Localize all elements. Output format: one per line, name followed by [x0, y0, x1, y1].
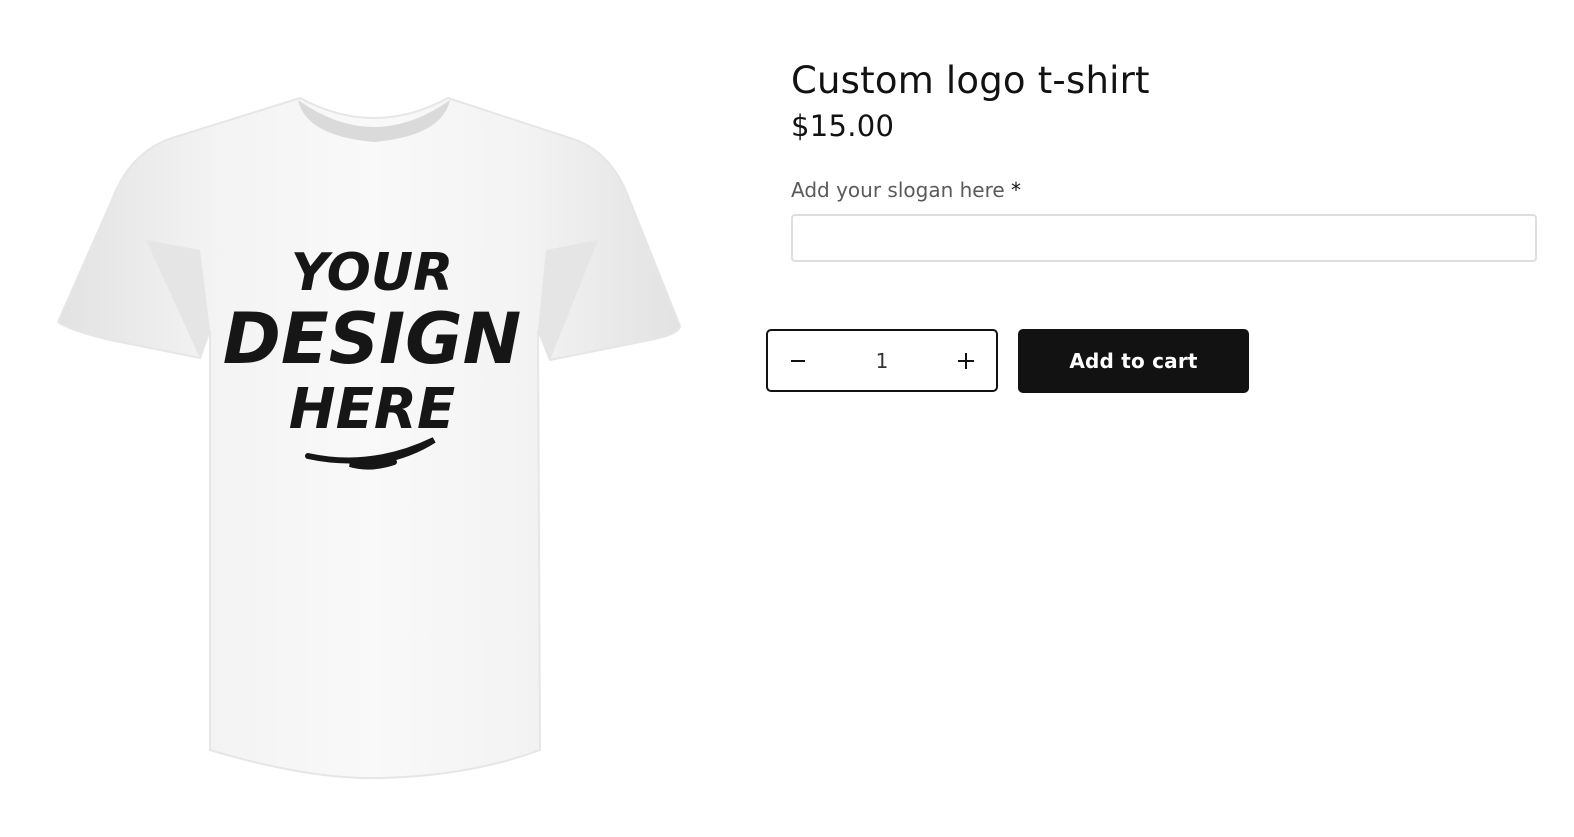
purchase-actions: Add to cart: [766, 328, 1249, 393]
product-info: Custom logo t-shirt $15.00 Add your slog…: [791, 58, 1537, 262]
plus-icon: [958, 352, 974, 369]
product-image[interactable]: YOUR DESIGN HERE: [50, 90, 690, 790]
design-line-1: YOUR: [291, 243, 453, 303]
slogan-label: Add your slogan here *: [791, 177, 1537, 203]
slogan-input[interactable]: [791, 214, 1537, 262]
tshirt-image: YOUR DESIGN HERE: [56, 96, 682, 780]
design-line-2: DESIGN: [223, 298, 521, 380]
product-price: $15.00: [791, 109, 895, 143]
required-marker: *: [1011, 178, 1022, 202]
quantity-increase-button[interactable]: [936, 331, 996, 390]
quantity-decrease-button[interactable]: [768, 331, 828, 390]
add-to-cart-button[interactable]: Add to cart: [1018, 328, 1249, 393]
design-line-3: HERE: [289, 377, 456, 442]
slogan-label-text: Add your slogan here: [791, 178, 1005, 202]
quantity-stepper: [766, 329, 998, 392]
product-title: Custom logo t-shirt: [791, 59, 1150, 102]
quantity-input[interactable]: [840, 347, 924, 374]
minus-icon: [791, 359, 805, 362]
